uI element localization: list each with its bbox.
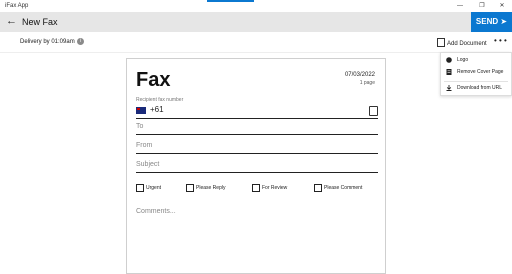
from-placeholder: From [136,142,153,149]
from-field[interactable]: From [136,140,378,154]
checkbox-box[interactable] [252,184,260,192]
logo-icon [446,57,452,63]
add-document-button[interactable]: Add Document [437,38,487,47]
checkbox-box[interactable] [314,184,322,192]
to-placeholder: To [136,123,144,130]
recipient-fax-field[interactable]: +61 [136,105,378,119]
document-icon [446,69,452,75]
checkbox-box[interactable] [136,184,144,192]
send-button[interactable]: SEND ➤ [471,12,512,32]
delivery-time-text: Delivery by 01:09am [20,39,75,45]
menu-item-label: Download from URL [457,85,503,91]
add-document-label: Add Document [447,41,487,47]
country-code: +61 [150,105,164,114]
add-document-icon [437,38,445,47]
fax-date: 07/03/2022 [344,72,375,78]
fax-page-count: 1 page [359,80,375,86]
restore-button[interactable]: ❐ [472,1,492,11]
checkbox-label: For Review [262,185,288,191]
more-options-icon[interactable]: • • • [494,36,507,45]
app-header: ← New Fax SEND ➤ [0,12,512,32]
menu-item-label: Remove Cover Page [457,69,504,75]
recipient-fax-label: Recipient fax number [136,97,184,103]
fax-cover-page: Fax 07/03/2022 1 page Recipient fax numb… [126,58,386,274]
info-icon[interactable]: i [77,38,84,45]
close-button[interactable]: ✕ [492,1,512,11]
loading-indicator [207,0,254,2]
contact-book-icon[interactable] [369,106,378,116]
checkbox-box[interactable] [186,184,194,192]
page-title: New Fax [22,17,58,27]
fax-options: Urgent Please Reply For Review Please Co… [136,184,378,194]
comments-field[interactable]: Comments... [136,208,176,215]
more-options-menu: Logo Remove Cover Page Download from URL [440,52,512,96]
download-icon [446,85,452,91]
menu-item-remove-cover-page[interactable]: Remove Cover Page [441,66,511,78]
checkbox-label: Please Reply [196,185,226,191]
subject-field[interactable]: Subject [136,159,378,173]
menu-item-download-from-url[interactable]: Download from URL [441,82,511,94]
menu-item-logo[interactable]: Logo [441,54,511,66]
menu-item-label: Logo [457,57,469,63]
window-titlebar: iFax App — ❐ ✕ [0,0,512,12]
window-title: iFax App [5,3,29,9]
fax-heading: Fax [136,69,171,91]
subject-placeholder: Subject [136,161,160,168]
australia-flag-icon[interactable] [136,107,146,114]
fax-toolbar: Delivery by 01:09am i Add Document • • • [0,32,512,53]
back-arrow-icon[interactable]: ← [6,15,17,27]
to-field[interactable]: To [136,121,378,135]
checkbox-label: Please Comment [324,185,363,191]
minimize-button[interactable]: — [450,1,470,11]
checkbox-label: Urgent [146,185,162,191]
